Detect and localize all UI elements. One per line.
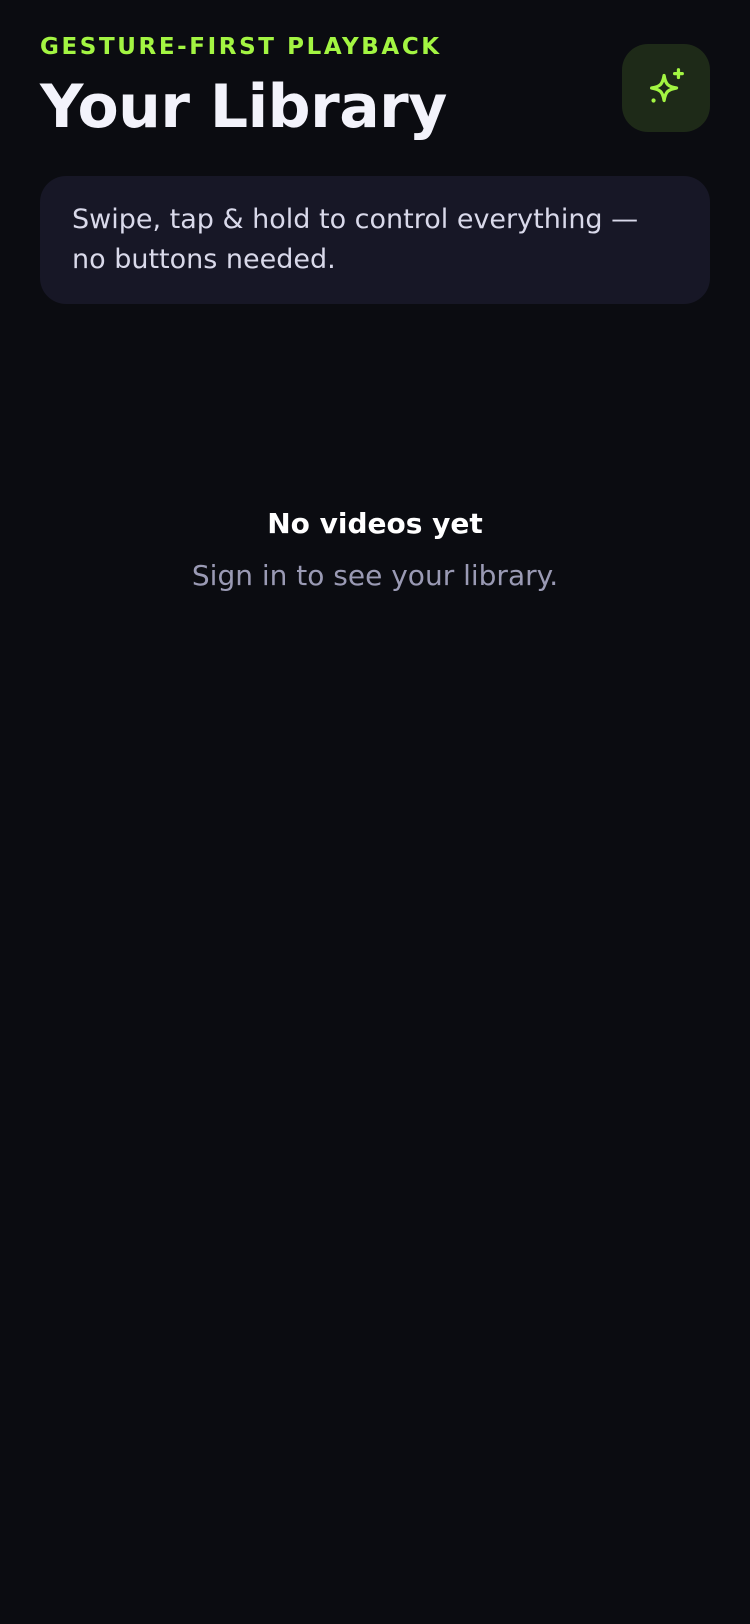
- eyebrow-label: GESTURE-FIRST PLAYBACK: [40, 34, 442, 60]
- empty-state-title: No videos yet: [267, 507, 483, 540]
- gesture-hint-text: Swipe, tap & hold to control everything …: [72, 204, 639, 275]
- sparkles-button[interactable]: [622, 44, 710, 132]
- sparkles-icon: [643, 65, 689, 111]
- page-title: Your Library: [40, 72, 447, 142]
- empty-state-subtitle: Sign in to see your library.: [191, 559, 559, 592]
- gesture-hint-card: Swipe, tap & hold to control everything …: [40, 176, 710, 304]
- empty-state: No videos yet Sign in to see your librar…: [0, 500, 750, 600]
- header: GESTURE-FIRST PLAYBACK Your Library: [40, 32, 710, 142]
